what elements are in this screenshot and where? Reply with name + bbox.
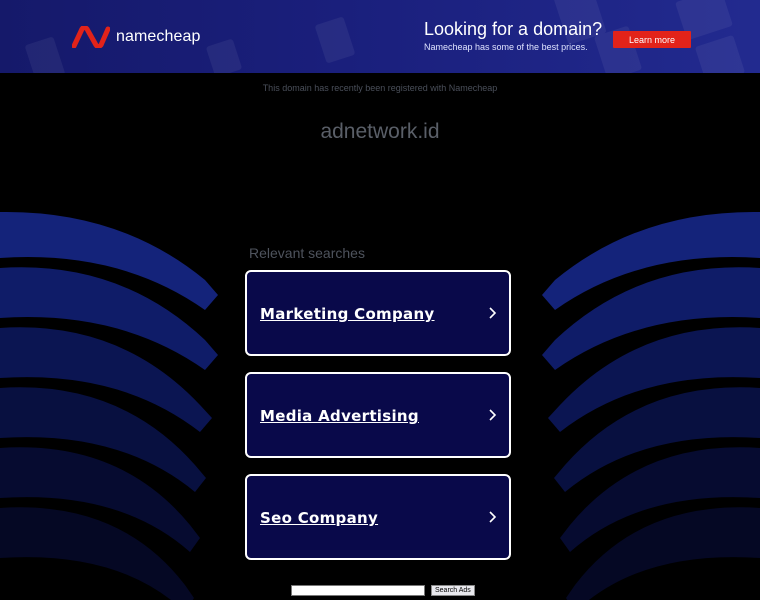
search-ads-bar: Search Ads [291,585,475,596]
promo-subtitle: Namecheap has some of the best prices. [424,42,588,52]
promo-banner[interactable]: namecheap Looking for a domain? Namechea… [0,0,760,73]
banner-decoration [314,16,356,64]
banner-decoration [694,34,746,73]
promo-title: Looking for a domain? [424,19,603,39]
banner-decoration [205,38,243,73]
right-waves [542,211,760,600]
chevron-right-icon [489,307,497,319]
search-card-label[interactable]: Seo Company [260,509,378,527]
search-card-media-advertising[interactable]: Media Advertising [245,372,511,458]
search-ads-button[interactable]: Search Ads [431,585,475,596]
search-card-label[interactable]: Media Advertising [260,407,419,425]
chevron-right-icon [489,511,497,523]
brand-name: namecheap [116,28,201,45]
registration-notice: This domain has recently been registered… [262,83,498,93]
chevron-right-icon [489,409,497,421]
search-card-marketing-company[interactable]: Marketing Company [245,270,511,356]
namecheap-logo[interactable]: namecheap [72,24,201,50]
namecheap-n-icon [72,26,110,48]
search-card-seo-company[interactable]: Seo Company [245,474,511,560]
banner-decoration [24,36,66,73]
search-card-label[interactable]: Marketing Company [260,305,435,323]
domain-name: adnetwork.id [320,120,440,143]
learn-more-button[interactable]: Learn more [613,31,691,48]
left-waves [0,211,218,600]
relevant-searches-heading: Relevant searches [249,245,365,261]
search-input[interactable] [291,585,425,596]
